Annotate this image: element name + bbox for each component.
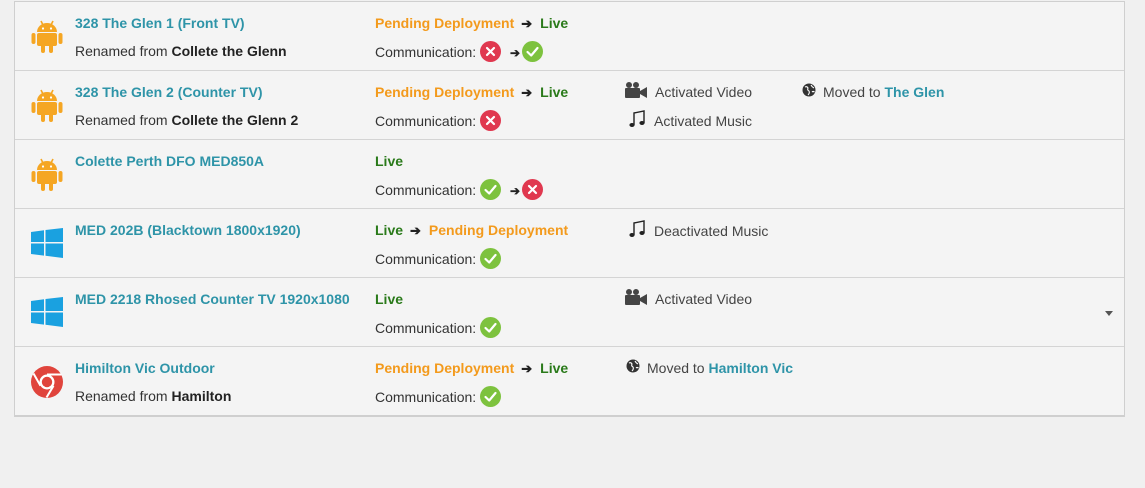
communication-label: Communication:: [375, 320, 477, 337]
android-icon: [31, 20, 63, 54]
event-moved: Moved to Hamilton Vic: [626, 359, 793, 378]
video-camera-icon: [625, 82, 648, 101]
device-row: MED 2218 Rhosed Counter TV 1920x1080 Liv…: [15, 278, 1124, 347]
rename-note: Renamed from Collete the Glenn: [75, 43, 287, 59]
arrow-right-icon: ➔: [410, 223, 421, 238]
event-activated-video: Activated Video: [625, 82, 752, 103]
chrome-icon: [31, 366, 63, 400]
arrow-right-icon: ➔: [521, 361, 533, 376]
communication-label: Communication:: [375, 44, 477, 61]
rename-note: Renamed from Hamilton: [75, 388, 232, 404]
communication-label: Communication:: [375, 182, 477, 199]
device-name-link[interactable]: Colette Perth DFO MED850A: [75, 153, 264, 169]
scroll-down-caret-icon[interactable]: [1105, 311, 1113, 316]
device-name-link[interactable]: 328 The Glen 2 (Counter TV): [75, 84, 262, 100]
status-to: Live: [540, 360, 569, 376]
check-icon: [522, 41, 544, 62]
arrow-right-icon: ➔: [510, 184, 521, 199]
device-name-link[interactable]: 328 The Glen 1 (Front TV): [75, 15, 245, 31]
previous-name: Hamilton: [171, 388, 232, 404]
android-icon: [31, 158, 63, 192]
device-name-link[interactable]: Himilton Vic Outdoor: [75, 360, 215, 376]
device-name-link[interactable]: MED 202B (Blacktown 1800x1920): [75, 222, 301, 238]
status-change: Pending Deployment ➔ Live: [375, 15, 568, 32]
communication-label: Communication:: [375, 389, 477, 406]
globe-icon: [802, 83, 816, 100]
status-from: Pending Deployment: [375, 84, 515, 100]
device-change-list: 328 The Glen 1 (Front TV) Renamed from C…: [14, 1, 1125, 417]
status-to: Live: [540, 15, 569, 31]
error-icon: [480, 41, 502, 62]
event-activated-video: Activated Video: [625, 289, 752, 310]
status-change: Live: [375, 291, 403, 307]
windows-icon: [31, 297, 63, 331]
communication-label: Communication:: [375, 113, 477, 130]
communication-status: Communication: ➔: [375, 41, 544, 64]
status-from: Pending Deployment: [375, 360, 515, 376]
communication-status: Communication:: [375, 386, 502, 409]
music-note-icon: [629, 110, 645, 131]
status-current: Live: [375, 291, 404, 307]
status-change: Pending Deployment ➔ Live: [375, 84, 568, 101]
video-camera-icon: [625, 289, 648, 308]
device-row: 328 The Glen 2 (Counter TV) Renamed from…: [15, 71, 1124, 140]
arrow-right-icon: ➔: [521, 85, 533, 100]
check-icon: [480, 248, 502, 269]
previous-name: Collete the Glenn: [171, 43, 287, 59]
device-name-link[interactable]: MED 2218 Rhosed Counter TV 1920x1080: [75, 291, 350, 307]
status-current: Live: [375, 153, 404, 169]
error-icon: [522, 179, 544, 200]
check-icon: [480, 386, 502, 407]
windows-icon: [31, 228, 63, 262]
check-icon: [480, 179, 502, 200]
status-from: Live: [375, 222, 404, 238]
location-link[interactable]: The Glen: [884, 84, 944, 100]
device-row: Himilton Vic Outdoor Renamed from Hamilt…: [15, 347, 1124, 415]
status-from: Pending Deployment: [375, 15, 515, 31]
location-link[interactable]: Hamilton Vic: [708, 360, 793, 376]
status-change: Live ➔ Pending Deployment: [375, 222, 568, 239]
communication-status: Communication:: [375, 248, 502, 271]
status-change: Live: [375, 153, 403, 169]
arrow-right-icon: ➔: [510, 46, 521, 61]
event-moved: Moved to The Glen: [802, 83, 944, 102]
error-icon: [480, 110, 502, 131]
previous-name: Collete the Glenn 2: [171, 112, 299, 128]
status-to: Live: [540, 84, 569, 100]
status-to: Pending Deployment: [428, 222, 569, 238]
communication-status: Communication:: [375, 110, 502, 133]
device-row: Colette Perth DFO MED850A Live Communica…: [15, 140, 1124, 209]
device-row: MED 202B (Blacktown 1800x1920) Live ➔ Pend…: [15, 209, 1124, 278]
music-note-icon: [629, 220, 645, 241]
communication-status: Communication: ➔: [375, 179, 544, 202]
event-activated-music: Activated Music: [629, 110, 752, 133]
check-icon: [480, 317, 502, 338]
globe-icon: [626, 359, 640, 376]
status-change: Pending Deployment ➔ Live: [375, 360, 568, 377]
communication-label: Communication:: [375, 251, 477, 268]
event-deactivated-music: Deactivated Music: [629, 220, 768, 243]
device-row: 328 The Glen 1 (Front TV) Renamed from C…: [15, 2, 1124, 71]
android-icon: [31, 89, 63, 123]
arrow-right-icon: ➔: [521, 16, 533, 31]
rename-note: Renamed from Collete the Glenn 2: [75, 112, 299, 128]
communication-status: Communication:: [375, 317, 502, 340]
